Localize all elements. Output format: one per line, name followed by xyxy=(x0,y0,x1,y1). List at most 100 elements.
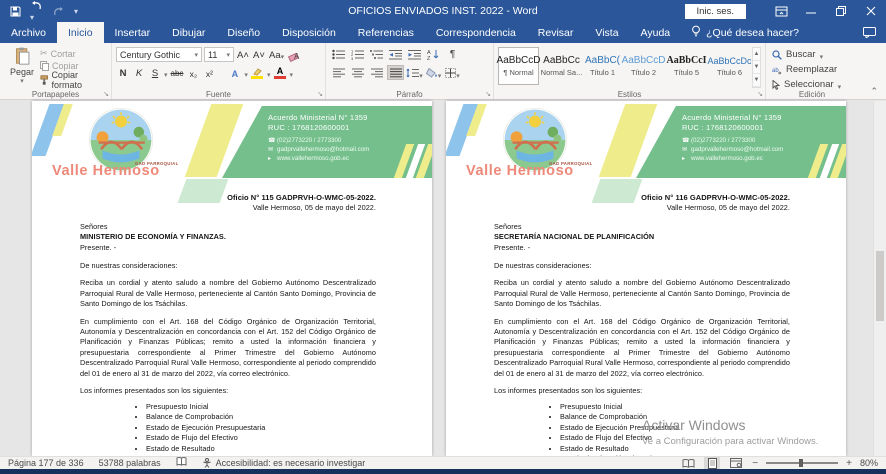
bold-button[interactable]: N xyxy=(116,65,130,79)
subscript-button[interactable]: x₂ xyxy=(186,65,200,79)
strikethrough-button[interactable]: abc xyxy=(170,65,185,79)
underline-caret[interactable]: ▾ xyxy=(164,71,168,79)
style-titulo-6[interactable]: AaBbCcDcTítulo 6 xyxy=(709,47,750,85)
tab-revisar[interactable]: Revisar xyxy=(527,22,585,43)
font-family-combo[interactable]: Century Gothic▾ xyxy=(116,47,202,62)
paragraph-dialog-launcher-icon[interactable]: ↘ xyxy=(485,91,491,98)
multilevel-list-icon[interactable] xyxy=(368,47,385,62)
proofing-icon[interactable] xyxy=(176,457,187,469)
accessibility-icon xyxy=(202,458,212,468)
vertical-scrollbar[interactable] xyxy=(873,101,886,456)
zoom-slider[interactable] xyxy=(766,462,838,464)
cut-button[interactable]: ✂Cortar xyxy=(40,48,107,60)
redo-icon[interactable] xyxy=(52,6,65,17)
style-titulo-5[interactable]: AaBbCcITítulo 5 xyxy=(666,47,707,85)
feedback-icon[interactable] xyxy=(863,22,886,43)
align-center-icon[interactable] xyxy=(349,65,366,80)
zoom-slider-thumb[interactable] xyxy=(799,459,803,467)
restore-button[interactable] xyxy=(826,0,856,22)
styles-dialog-launcher-icon[interactable]: ↘ xyxy=(757,91,763,98)
style-titulo-2[interactable]: AaBbCcDTítulo 2 xyxy=(623,47,664,85)
sign-in-button[interactable]: Inic. ses. xyxy=(685,4,747,19)
format-painter-button[interactable]: Copiar formato xyxy=(40,73,107,86)
font-size-combo[interactable]: 11▾ xyxy=(204,47,234,62)
superscript-button[interactable]: x² xyxy=(202,65,216,79)
text-effects-button[interactable]: A xyxy=(227,65,242,79)
save-icon[interactable] xyxy=(10,6,21,17)
print-layout-icon[interactable] xyxy=(704,457,720,469)
copy-icon xyxy=(40,61,49,71)
word-count[interactable]: 53788 palabras xyxy=(99,458,161,468)
paste-button[interactable]: Pegar ▾ xyxy=(4,46,40,86)
tab-archivo[interactable]: Archivo xyxy=(0,22,57,43)
close-button[interactable] xyxy=(856,0,886,22)
clear-formatting-button[interactable]: A xyxy=(287,48,301,62)
justify-icon[interactable] xyxy=(387,65,404,80)
find-button[interactable]: Buscar▾ xyxy=(772,48,852,61)
tab-inicio[interactable]: Inicio xyxy=(57,22,104,43)
document-page-2[interactable]: Acuerdo Ministerial N° 1359 RUC : 176812… xyxy=(446,101,846,456)
bullets-icon[interactable] xyxy=(330,47,347,62)
collapse-ribbon-icon[interactable]: ⌃ xyxy=(870,86,878,97)
email-icon: ✉ xyxy=(682,146,691,155)
underline-button[interactable]: S xyxy=(148,65,162,79)
highlight-caret[interactable]: ▾ xyxy=(267,71,271,79)
change-case-button[interactable]: Aa▾ xyxy=(268,48,285,62)
tab-dibujar[interactable]: Dibujar xyxy=(161,22,216,43)
styles-more-icon[interactable]: ▼ xyxy=(753,74,760,87)
read-mode-icon[interactable] xyxy=(680,457,696,469)
borders-icon[interactable]: ▾ xyxy=(444,65,461,80)
align-right-icon[interactable] xyxy=(368,65,385,80)
tab-referencias[interactable]: Referencias xyxy=(347,22,425,43)
tab-disposicion[interactable]: Disposición xyxy=(271,22,347,43)
grow-font-button[interactable]: A˄ xyxy=(236,48,250,62)
letter-body[interactable]: Oficio N° 115 GADPRVH-O-WMC-05-2022. Val… xyxy=(80,193,376,454)
font-color-caret[interactable]: ▾ xyxy=(289,71,293,79)
letter-body[interactable]: Oficio N° 116 GADPRVH-O-WMC-05-2022. Val… xyxy=(494,193,790,456)
font-color-button[interactable]: A xyxy=(272,65,287,79)
style-normal[interactable]: AaBbCcD¶ Normal xyxy=(498,47,539,85)
oficio-number: Oficio N° 116 GADPRVH-O-WMC-05-2022. xyxy=(494,193,790,203)
page-indicator[interactable]: Página 177 de 336 xyxy=(8,458,84,468)
undo-icon[interactable]: ▾ xyxy=(30,0,43,23)
styles-scroll-up-icon[interactable]: ▲ xyxy=(753,48,760,61)
increase-indent-icon[interactable] xyxy=(406,47,423,62)
acuerdo-text: Acuerdo Ministerial N° 1359 xyxy=(682,113,846,123)
clipboard-dialog-launcher-icon[interactable]: ↘ xyxy=(103,91,109,98)
zoom-level[interactable]: 80% xyxy=(860,458,878,468)
tell-me-box[interactable]: ¿Qué desea hacer? xyxy=(681,22,809,43)
line-spacing-icon[interactable]: ▾ xyxy=(406,65,423,80)
vertical-scrollbar-thumb[interactable] xyxy=(876,251,884,321)
recipient: MINISTERIO DE ECONOMÍA Y FINANZAS. xyxy=(80,232,376,242)
numbering-icon[interactable]: 123 xyxy=(349,47,366,62)
zoom-out-button[interactable]: − xyxy=(752,458,758,469)
zoom-in-button[interactable]: + xyxy=(846,458,852,469)
style-titulo-1[interactable]: AaBbC(Título 1 xyxy=(584,47,621,85)
tab-diseno[interactable]: Diseño xyxy=(216,22,271,43)
tab-vista[interactable]: Vista xyxy=(584,22,629,43)
web-layout-icon[interactable] xyxy=(728,457,744,469)
tab-insertar[interactable]: Insertar xyxy=(104,22,162,43)
minimize-button[interactable] xyxy=(796,0,826,22)
accessibility-status[interactable]: Accesibilidad: es necesario investigar xyxy=(202,458,366,468)
qat-customize-icon[interactable]: ▾ xyxy=(74,7,78,16)
shrink-font-button[interactable]: A˅ xyxy=(252,48,266,62)
show-marks-icon[interactable]: ¶ xyxy=(444,47,461,62)
decrease-indent-icon[interactable] xyxy=(387,47,404,62)
highlight-button[interactable] xyxy=(250,65,265,79)
tab-correspondencia[interactable]: Correspondencia xyxy=(425,22,527,43)
sort-icon[interactable]: AZ xyxy=(425,47,442,62)
align-left-icon[interactable] xyxy=(330,65,347,80)
ribbon-display-options-icon[interactable] xyxy=(766,0,796,22)
logo-subtitle: GAD PARROQUIAL xyxy=(135,161,179,166)
tab-ayuda[interactable]: Ayuda xyxy=(630,22,682,43)
styles-scroll-down-icon[interactable]: ▼ xyxy=(753,61,760,74)
style-normal-sa[interactable]: AaBbCcNormal Sa... xyxy=(541,47,582,85)
document-page-1[interactable]: Acuerdo Ministerial N° 1359 RUC : 176812… xyxy=(32,101,432,456)
italic-button[interactable]: K xyxy=(132,65,146,79)
replace-button[interactable]: abReemplazar xyxy=(772,63,852,76)
font-dialog-launcher-icon[interactable]: ↘ xyxy=(317,91,323,98)
text-effects-caret[interactable]: ▾ xyxy=(244,71,248,79)
shading-icon[interactable]: ▾ xyxy=(425,65,442,80)
document-canvas: Acuerdo Ministerial N° 1359 RUC : 176812… xyxy=(0,101,886,456)
